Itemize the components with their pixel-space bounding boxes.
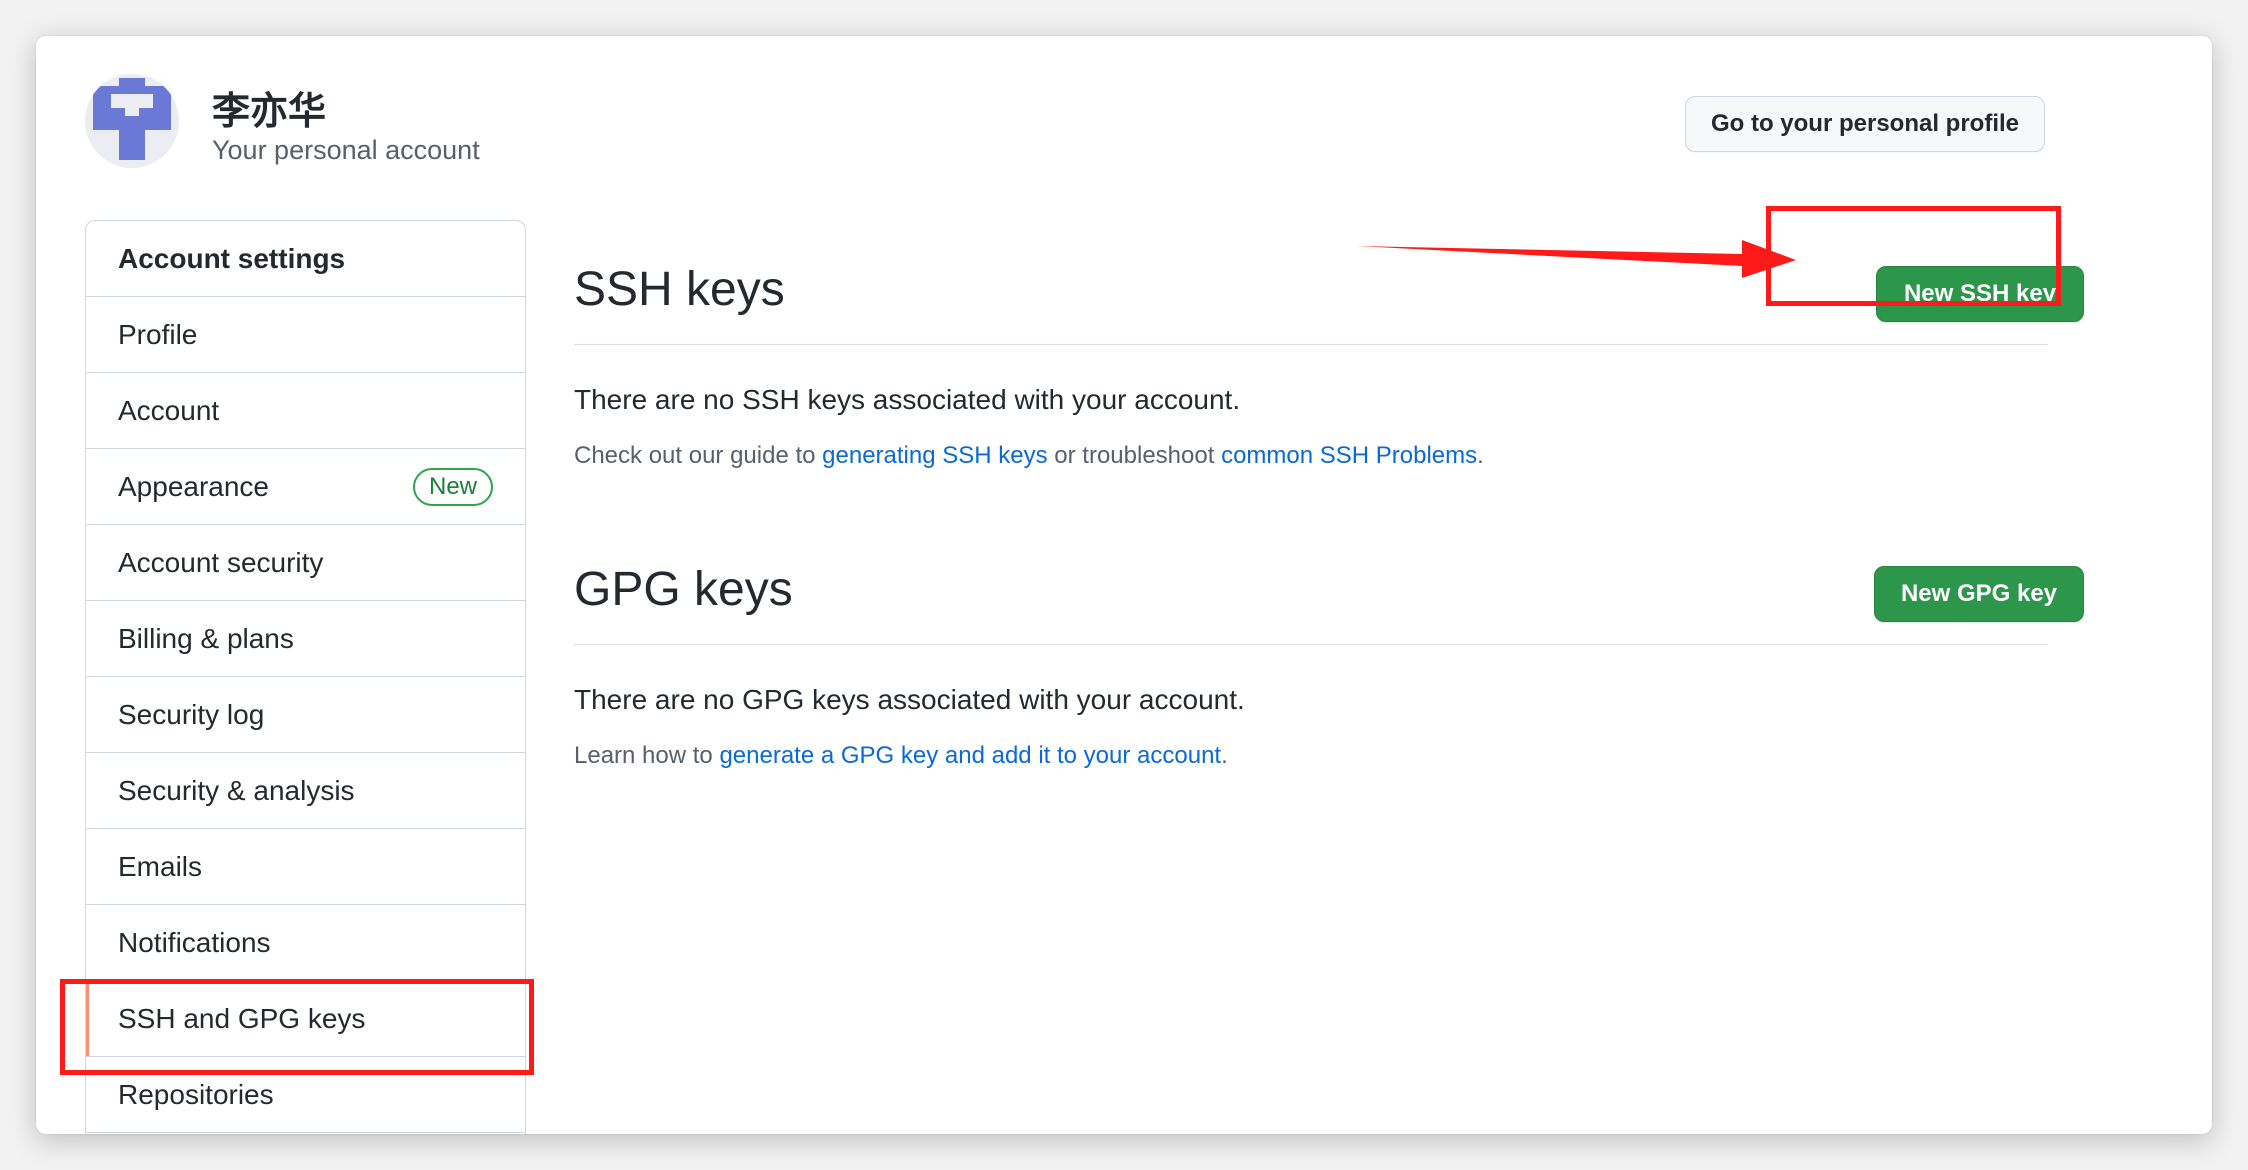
common-ssh-problems-link[interactable]: common SSH Problems	[1221, 442, 1477, 469]
sidebar-item-account[interactable]: Account	[86, 373, 525, 449]
help-text-segment: .	[1477, 442, 1484, 469]
help-text-segment: Learn how to	[574, 742, 720, 769]
help-text-segment: .	[1221, 742, 1228, 769]
sidebar-item-billing[interactable]: Billing & plans	[86, 601, 525, 677]
new-gpg-key-button[interactable]: New GPG key	[1874, 566, 2084, 622]
annotation-arrow-icon	[1356, 240, 1796, 278]
generating-ssh-keys-link[interactable]: generating SSH keys	[822, 442, 1047, 469]
sidebar-item-notifications[interactable]: Notifications	[86, 905, 525, 981]
gpg-keys-title: GPG keys	[574, 563, 793, 616]
sidebar-item-account-security[interactable]: Account security	[86, 525, 525, 601]
go-to-profile-button[interactable]: Go to your personal profile	[1685, 96, 2045, 152]
help-text-segment: or troubleshoot	[1047, 442, 1222, 469]
settings-window: 李亦华 Your personal account Go to your per…	[36, 36, 2212, 1134]
ssh-help-text: Check out our guide to generating SSH ke…	[574, 442, 1484, 470]
sidebar-item-label: Profile	[118, 318, 198, 350]
avatar[interactable]	[85, 74, 179, 168]
sidebar-item-security-log[interactable]: Security log	[86, 677, 525, 753]
sidebar-item-profile[interactable]: Profile	[86, 297, 525, 373]
sidebar-heading: Account settings	[86, 221, 525, 297]
sidebar-item-label: Notifications	[118, 926, 271, 958]
sidebar-item-label: Appearance	[118, 470, 270, 502]
sidebar-item-label: Security & analysis	[118, 774, 355, 806]
account-name: 李亦华	[212, 91, 327, 133]
sidebar-item-label: Emails	[118, 850, 203, 882]
sidebar-item-label: Security log	[118, 698, 265, 730]
ssh-keys-title: SSH keys	[574, 263, 785, 316]
account-subtitle: Your personal account	[212, 135, 480, 165]
sidebar-item-label: Account security	[118, 546, 324, 578]
sidebar-item-label: Repositories	[118, 1078, 274, 1110]
generate-gpg-key-link[interactable]: generate a GPG key and add it to your ac…	[719, 742, 1221, 769]
gpg-blank-state-text: There are no GPG keys associated with yo…	[574, 684, 1245, 715]
ssh-divider	[574, 344, 2048, 345]
sidebar-item-label: Account	[118, 394, 220, 426]
ssh-blank-state-text: There are no SSH keys associated with yo…	[574, 384, 1241, 415]
new-badge: New	[412, 467, 493, 506]
sidebar-item-label: Billing & plans	[118, 622, 294, 654]
gpg-divider	[574, 644, 2048, 645]
annotation-box-new-ssh-key	[1766, 206, 2061, 306]
identicon-icon	[85, 74, 179, 168]
sidebar-item-emails[interactable]: Emails	[86, 829, 525, 905]
help-text-segment: Check out our guide to	[574, 442, 823, 469]
sidebar-item-security-analysis[interactable]: Security & analysis	[86, 753, 525, 829]
annotation-box-ssh-gpg-keys	[60, 979, 534, 1075]
sidebar-item-appearance[interactable]: Appearance New	[86, 449, 525, 525]
gpg-help-text: Learn how to generate a GPG key and add …	[574, 742, 1228, 770]
